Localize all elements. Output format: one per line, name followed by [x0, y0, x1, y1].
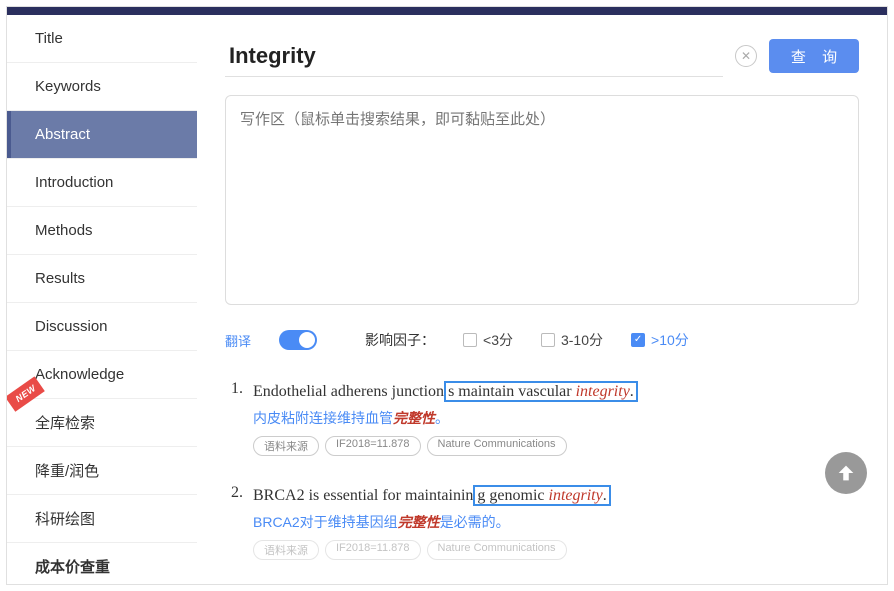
query-button[interactable]: 查 询 — [769, 39, 859, 73]
highlight-box: s maintain vascular integrity. — [444, 381, 638, 402]
sidebar-item-abstract[interactable]: Abstract — [7, 111, 197, 159]
filter-label: 3-10分 — [561, 330, 603, 350]
checkbox-checked-icon — [631, 333, 645, 347]
sidebar-item-label: 降重/润色 — [35, 460, 99, 481]
query-button-label: 查 询 — [791, 46, 843, 67]
sidebar-item-label: 成本价查重 — [35, 556, 110, 577]
result-item[interactable]: 1. Endothelial adherens junctions mainta… — [225, 380, 859, 456]
result-sentence: Endothelial adherens junctions maintain … — [253, 380, 859, 404]
tag-source[interactable]: 语料来源 — [253, 540, 319, 560]
filter-gt10[interactable]: >10分 — [631, 330, 689, 350]
filter-label: >10分 — [651, 330, 689, 350]
tag-if[interactable]: IF2018=11.878 — [325, 540, 421, 560]
sidebar: Title Keywords Abstract Introduction Met… — [7, 15, 197, 584]
sidebar-item-methods[interactable]: Methods — [7, 207, 197, 255]
clear-icon[interactable]: ✕ — [735, 45, 757, 67]
sidebar-item-label: Abstract — [35, 126, 90, 143]
filter-label: <3分 — [483, 330, 513, 350]
sidebar-item-label: Results — [35, 270, 85, 287]
highlight-box: g genomic integrity. — [473, 485, 610, 506]
result-translation: BRCA2对于维持基因组完整性是必需的。 — [253, 512, 859, 532]
keyword: integrity — [549, 487, 603, 504]
translate-toggle[interactable] — [279, 330, 317, 350]
result-number: 1. — [225, 380, 243, 456]
sidebar-item-introduction[interactable]: Introduction — [7, 159, 197, 207]
tag-journal[interactable]: Nature Communications — [427, 436, 567, 456]
sidebar-item-label: Methods — [35, 222, 93, 239]
sidebar-item-label: 全库检索 — [35, 412, 95, 433]
sidebar-item-title[interactable]: Title — [7, 15, 197, 63]
result-tags: 语料来源 IF2018=11.878 Nature Communications — [253, 540, 859, 560]
result-number: 2. — [225, 484, 243, 560]
sidebar-item-label: Acknowledge — [35, 366, 124, 383]
translate-label: 翻译 — [225, 331, 251, 350]
checkbox-icon — [463, 333, 477, 347]
sidebar-item-label: 科研绘图 — [35, 508, 95, 529]
filter-3to10[interactable]: 3-10分 — [541, 330, 603, 350]
result-translation: 内皮粘附连接维持血管完整性。 — [253, 408, 859, 428]
keyword: 完整性 — [398, 514, 440, 530]
top-strip — [7, 7, 887, 15]
sidebar-item-results[interactable]: Results — [7, 255, 197, 303]
sidebar-item-label: Keywords — [35, 78, 101, 95]
tag-if[interactable]: IF2018=11.878 — [325, 436, 421, 456]
results-list: 1. Endothelial adherens junctions mainta… — [225, 380, 859, 560]
tag-journal[interactable]: Nature Communications — [427, 540, 567, 560]
main-panel: ✕ 查 询 翻译 影响因子： <3分 3-10分 >10分 1. — [197, 15, 887, 584]
result-sentence: BRCA2 is essential for maintaining genom… — [253, 484, 859, 508]
filter-lt3[interactable]: <3分 — [463, 330, 513, 350]
sidebar-item-label: Title — [35, 30, 63, 47]
sidebar-item-full-search[interactable]: NEW 全库检索 — [7, 399, 197, 447]
scroll-to-top-button[interactable] — [825, 452, 867, 494]
sidebar-item-label: Introduction — [35, 174, 113, 191]
arrow-up-icon — [835, 462, 857, 484]
result-item[interactable]: 2. BRCA2 is essential for maintaining ge… — [225, 484, 859, 560]
sidebar-item-figure[interactable]: 科研绘图 — [7, 495, 197, 543]
checkbox-icon — [541, 333, 555, 347]
sidebar-item-plagiarism[interactable]: 成本价查重 — [7, 543, 197, 585]
result-tags: 语料来源 IF2018=11.878 Nature Communications — [253, 436, 859, 456]
sidebar-item-keywords[interactable]: Keywords — [7, 63, 197, 111]
sidebar-item-rewrite[interactable]: 降重/润色 — [7, 447, 197, 495]
search-input[interactable] — [225, 35, 723, 77]
sidebar-item-discussion[interactable]: Discussion — [7, 303, 197, 351]
impact-factor-label: 影响因子： — [365, 330, 435, 350]
tag-source[interactable]: 语料来源 — [253, 436, 319, 456]
keyword: integrity — [576, 383, 630, 400]
writing-area[interactable] — [225, 95, 859, 305]
sidebar-item-label: Discussion — [35, 318, 108, 335]
keyword: 完整性 — [393, 410, 435, 426]
